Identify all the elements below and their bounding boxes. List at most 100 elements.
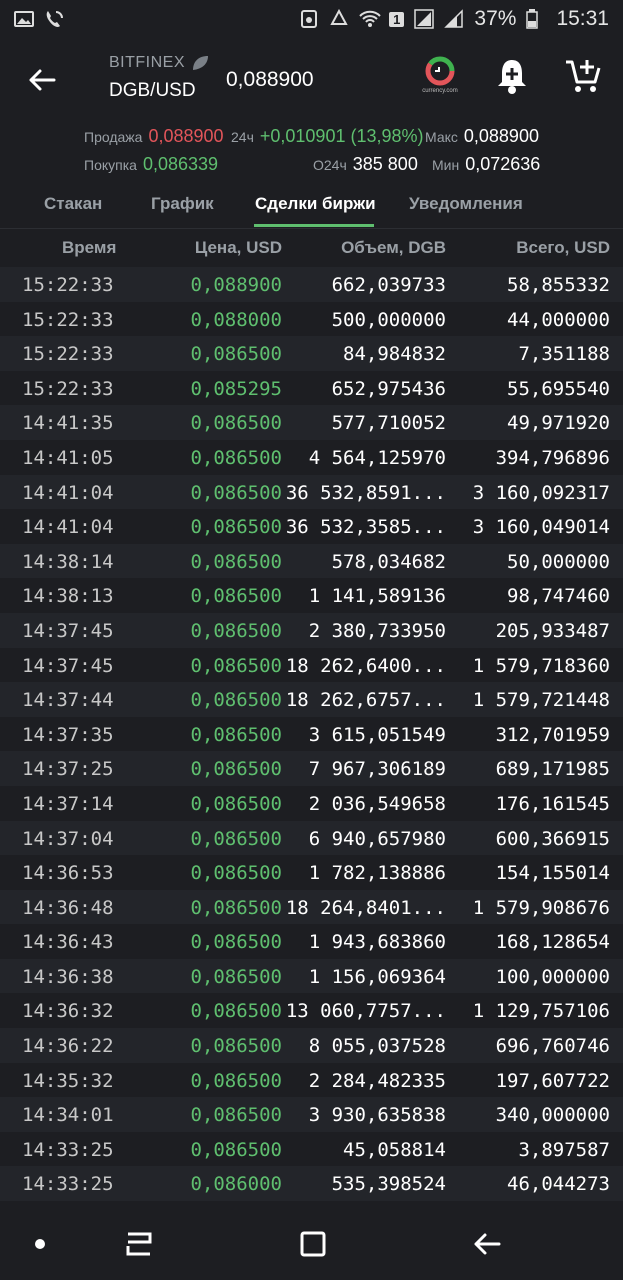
table-row[interactable]: 14:37:14 0,086500 2 036,549658 176,161545 bbox=[0, 785, 623, 821]
trade-total: 197,607722 bbox=[495, 1069, 610, 1092]
table-row[interactable]: 14:35:32 0,086500 2 284,482335 197,607722 bbox=[0, 1062, 623, 1098]
image-icon bbox=[14, 9, 34, 29]
overview-button[interactable] bbox=[295, 1226, 331, 1262]
wifi-icon bbox=[359, 9, 381, 29]
trade-time: 14:36:48 bbox=[22, 896, 114, 919]
table-row[interactable]: 14:34:01 0,086500 3 930,635838 340,000000 bbox=[0, 1097, 623, 1132]
table-row[interactable]: 15:22:33 0,088900 662,039733 58,855332 bbox=[0, 267, 623, 302]
tab-bar: Стакан График Сделки биржи Уведомления bbox=[0, 184, 623, 229]
trade-total: 154,155014 bbox=[495, 862, 610, 885]
table-row[interactable]: 14:36:22 0,086500 8 055,037528 696,760746 bbox=[0, 1028, 623, 1063]
table-row[interactable]: 14:41:35 0,086500 577,710052 49,971920 bbox=[0, 405, 623, 440]
trade-volume: 8 055,037528 bbox=[308, 1035, 446, 1058]
tab-order-book[interactable]: Стакан bbox=[44, 194, 102, 214]
trade-time: 14:37:45 bbox=[22, 619, 114, 642]
trade-total: 340,000000 bbox=[495, 1104, 610, 1127]
buy-stat: Покупка 0,086339 bbox=[84, 154, 219, 174]
trade-price: 0,086500 bbox=[190, 481, 282, 504]
table-row[interactable]: 15:22:33 0,088000 500,000000 44,000000 bbox=[0, 301, 623, 337]
table-row[interactable]: 14:38:14 0,086500 578,034682 50,000000 bbox=[0, 543, 623, 579]
recent-apps-icon bbox=[126, 1232, 152, 1256]
clock: 15:31 bbox=[556, 7, 609, 30]
tab-exchange-trades[interactable]: Сделки биржи bbox=[255, 194, 376, 214]
table-row[interactable]: 14:41:05 0,086500 4 564,125970 394,796896 bbox=[0, 439, 623, 475]
table-row[interactable]: 14:37:44 0,086500 18 262,6757... 1 579,7214… bbox=[0, 682, 623, 717]
trade-time: 14:36:38 bbox=[22, 965, 114, 988]
currency-logo[interactable]: currency.com bbox=[418, 56, 462, 100]
wifi-call-icon bbox=[44, 9, 64, 29]
recycle-icon bbox=[299, 9, 319, 29]
bell-add-icon bbox=[498, 60, 526, 94]
table-row[interactable]: 14:37:45 0,086500 18 262,6400... 1 579,7183… bbox=[0, 647, 623, 683]
trade-total: 50,000000 bbox=[507, 550, 610, 573]
table-row[interactable]: 15:22:33 0,085295 652,975436 55,695540 bbox=[0, 370, 623, 406]
table-row[interactable]: 14:33:25 0,086500 45,058814 3,897587 bbox=[0, 1131, 623, 1167]
table-row[interactable]: 14:37:45 0,086500 2 380,733950 205,933487 bbox=[0, 612, 623, 648]
col-price-header: Цена, USD bbox=[194, 238, 282, 257]
volume-value: 385 800 bbox=[352, 154, 418, 174]
tab-chart[interactable]: График bbox=[151, 194, 214, 214]
trade-price: 0,086500 bbox=[190, 550, 282, 573]
home-button[interactable] bbox=[22, 1226, 58, 1262]
change-stat: 24ч +0,010901 (13,98%) bbox=[231, 126, 424, 146]
overview-icon bbox=[300, 1231, 326, 1257]
table-row[interactable]: 14:37:35 0,086500 3 615,051549 312,701959 bbox=[0, 716, 623, 752]
back-arrow-icon bbox=[29, 69, 56, 91]
trade-price: 0,088000 bbox=[190, 308, 282, 331]
table-row[interactable]: 14:36:43 0,086500 1 943,683860 168,128654 bbox=[0, 924, 623, 959]
recent-apps-button[interactable] bbox=[121, 1226, 157, 1262]
trade-price: 0,086500 bbox=[190, 412, 282, 435]
add-to-cart-button[interactable] bbox=[564, 56, 604, 100]
trade-time: 14:38:13 bbox=[22, 585, 114, 608]
table-row[interactable]: 14:41:04 0,086500 36 532,8591... 3 160,0923… bbox=[0, 474, 623, 510]
trade-time: 14:36:32 bbox=[22, 1000, 114, 1023]
trade-volume: 662,039733 bbox=[331, 274, 446, 296]
table-row[interactable]: 14:33:25 0,086000 535,398524 46,044273 bbox=[0, 1166, 623, 1202]
trade-total: 168,128654 bbox=[495, 931, 610, 954]
sell-value: 0,088900 bbox=[148, 126, 224, 146]
back-button[interactable] bbox=[22, 60, 62, 100]
table-row[interactable]: 14:37:25 0,086500 7 967,306189 689,171985 bbox=[0, 751, 623, 786]
trade-total: 100,000000 bbox=[495, 965, 610, 988]
trade-price: 0,086500 bbox=[190, 654, 282, 677]
trade-time: 15:22:33 bbox=[22, 274, 114, 296]
table-row[interactable]: 15:22:33 0,086500 84,984832 7,351188 bbox=[0, 336, 623, 371]
trade-total: 689,171985 bbox=[495, 758, 610, 781]
table-row[interactable]: 14:36:53 0,086500 1 782,138886 154,155014 bbox=[0, 855, 623, 890]
recycle-icon bbox=[329, 8, 349, 29]
trade-volume: 1 141,589136 bbox=[308, 585, 446, 608]
currency-pair: DGB/USD bbox=[109, 80, 196, 101]
min-value: 0,072636 bbox=[465, 154, 541, 174]
trade-total: 1 129,757106 bbox=[472, 1000, 610, 1023]
trade-time: 14:37:25 bbox=[22, 758, 114, 781]
trade-volume: 652,975436 bbox=[331, 377, 446, 400]
trade-volume: 36 532,3585... bbox=[285, 516, 446, 539]
trade-time: 14:37:35 bbox=[22, 723, 114, 746]
table-row[interactable]: 14:41:04 0,086500 36 532,3585... 3 160,0490… bbox=[0, 509, 623, 544]
trade-price: 0,086500 bbox=[190, 965, 282, 988]
trade-total: 176,161545 bbox=[495, 792, 610, 815]
trade-time: 15:22:33 bbox=[22, 377, 114, 400]
exchange-name-row: BITFINEX bbox=[109, 54, 209, 72]
min-stat: Мин 0,072636 bbox=[432, 154, 541, 174]
trade-time: 14:35:32 bbox=[22, 1069, 114, 1092]
trade-volume: 578,034682 bbox=[331, 550, 446, 573]
trades-table-body[interactable]: 15:22:33 0,088900 662,039733 58,855332 15:22… bbox=[0, 267, 623, 1202]
trade-time: 14:41:35 bbox=[22, 412, 114, 435]
add-alert-button[interactable] bbox=[494, 56, 534, 100]
active-tab-indicator bbox=[254, 224, 374, 227]
trade-time: 14:41:04 bbox=[22, 481, 114, 504]
trade-time: 14:33:25 bbox=[22, 1138, 114, 1161]
signal-icon bbox=[444, 9, 464, 29]
trade-time: 14:37:14 bbox=[22, 792, 114, 815]
buy-value: 0,086339 bbox=[142, 154, 219, 174]
system-back-button[interactable] bbox=[469, 1226, 505, 1262]
table-row[interactable]: 14:36:38 0,086500 1 156,069364 100,000000 bbox=[0, 958, 623, 994]
trade-volume: 13 060,7757... bbox=[285, 1000, 446, 1023]
table-row[interactable]: 14:37:04 0,086500 6 940,657980 600,366915 bbox=[0, 820, 623, 856]
tab-notifications[interactable]: Уведомления bbox=[409, 194, 523, 214]
table-row[interactable]: 14:36:32 0,086500 13 060,7757... 1 129,7571… bbox=[0, 993, 623, 1029]
table-row[interactable]: 14:36:48 0,086500 18 264,8401... 1 579,9086… bbox=[0, 889, 623, 925]
table-row[interactable]: 14:38:13 0,086500 1 141,589136 98,747460 bbox=[0, 578, 623, 613]
trade-price: 0,086500 bbox=[190, 1035, 282, 1058]
